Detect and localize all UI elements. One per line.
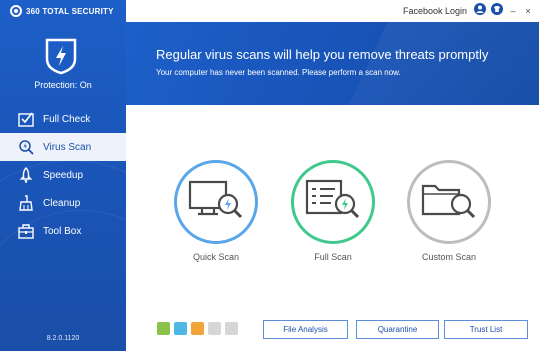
close-button[interactable]: × (523, 6, 533, 16)
full-scan-label: Full Scan (314, 252, 352, 262)
quick-scan-button[interactable]: Quick Scan (174, 160, 258, 270)
toolbox-icon (17, 222, 35, 240)
banner: Regular virus scans will help you remove… (126, 22, 539, 105)
sidebar-item-tool-box[interactable]: Tool Box (0, 217, 126, 245)
full-scan-circle (291, 160, 375, 244)
usb-tool-icon[interactable] (208, 322, 221, 335)
sidebar-item-label: Tool Box (43, 225, 82, 237)
banner-subtitle: Your computer has never been scanned. Pl… (156, 68, 401, 77)
sidebar-item-virus-scan[interactable]: Virus Scan (0, 133, 126, 161)
custom-scan-circle (407, 160, 491, 244)
cloud-tool-icon[interactable] (157, 322, 170, 335)
trust-list-button[interactable]: Trust List (444, 320, 528, 339)
sidebar-item-label: Cleanup (43, 197, 81, 209)
sidebar-item-label: Virus Scan (43, 141, 92, 153)
file-analysis-button[interactable]: File Analysis (263, 320, 348, 339)
tool-icons (157, 322, 238, 335)
broom-icon (17, 194, 35, 212)
quick-scan-label: Quick Scan (192, 252, 240, 262)
quick-scan-circle (174, 160, 258, 244)
sidebar: 360 TOTAL SECURITY Protection: On Full C… (0, 0, 126, 351)
sidebar-item-full-check[interactable]: Full Check (0, 105, 126, 133)
folder-magnifier-icon (421, 178, 477, 227)
banner-title: Regular virus scans will help you remove… (156, 47, 489, 62)
sidebar-nav: Full Check Virus Scan Speedup Cleanup To… (0, 105, 126, 245)
quarantine-button[interactable]: Quarantine (356, 320, 439, 339)
checklist-icon (17, 110, 35, 128)
user-icon[interactable] (474, 2, 486, 20)
brand-logo-icon (10, 5, 22, 17)
facebook-login-link[interactable]: Facebook Login (403, 6, 467, 16)
title-bar: Facebook Login – × (126, 0, 539, 22)
minimize-button[interactable]: – (508, 6, 518, 16)
mail-tool-icon[interactable] (191, 322, 204, 335)
brand: 360 TOTAL SECURITY (10, 5, 114, 17)
rocket-icon (17, 166, 35, 184)
document-magnifier-icon (305, 178, 361, 227)
magnifier-lightning-icon (17, 138, 35, 156)
brand-name: 360 TOTAL SECURITY (26, 6, 114, 16)
sidebar-item-label: Speedup (43, 169, 84, 181)
monitor-magnifier-icon (188, 178, 244, 227)
version-label: 8.2.0.1120 (46, 335, 80, 342)
globe-tool-icon[interactable] (174, 322, 187, 335)
protection-status: Protection: On (34, 80, 92, 90)
custom-scan-button[interactable]: Custom Scan (407, 160, 491, 270)
link-tool-icon[interactable] (225, 322, 238, 335)
full-scan-button[interactable]: Full Scan (291, 160, 375, 270)
sidebar-item-cleanup[interactable]: Cleanup (0, 189, 126, 217)
shield-lightning-icon (44, 37, 78, 75)
shirt-icon[interactable] (491, 2, 503, 20)
sidebar-item-speedup[interactable]: Speedup (0, 161, 126, 189)
custom-scan-label: Custom Scan (421, 252, 477, 262)
sidebar-item-label: Full Check (43, 113, 91, 125)
